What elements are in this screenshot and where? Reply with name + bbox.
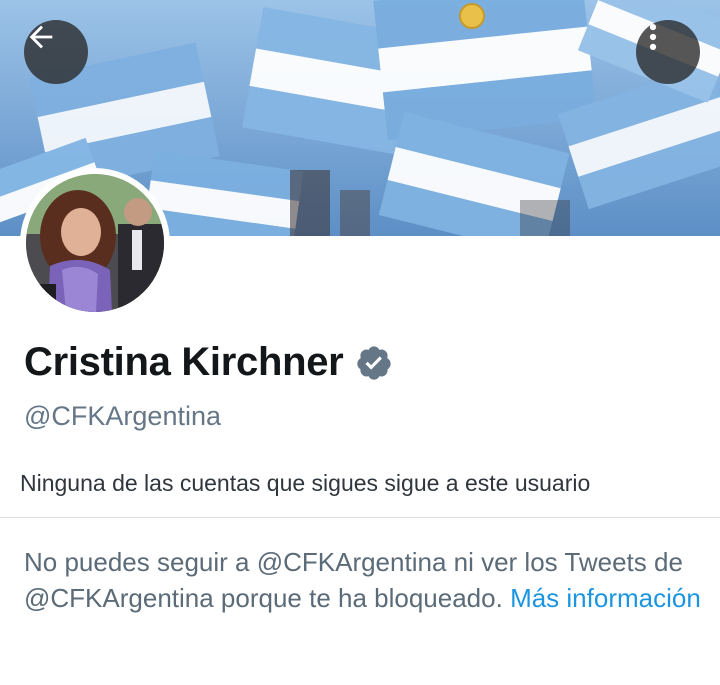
more-info-link[interactable]: Más información — [510, 583, 701, 613]
name-row: Cristina Kirchner — [24, 340, 393, 385]
followers-you-know-note: Ninguna de las cuentas que sigues sigue … — [20, 470, 591, 496]
more-options-button[interactable] — [636, 20, 700, 84]
profile-avatar[interactable] — [20, 168, 170, 318]
blocked-message: No puedes seguir a @CFKArgentina ni ver … — [24, 544, 704, 616]
profile-handle: @CFKArgentina — [24, 401, 221, 431]
more-vertical-icon — [649, 23, 657, 51]
arrow-left-icon — [29, 25, 53, 49]
display-name: Cristina Kirchner — [24, 340, 344, 384]
verified-badge-icon — [357, 345, 392, 380]
avatar-photo — [26, 174, 164, 312]
back-button[interactable] — [24, 20, 88, 84]
divider — [0, 517, 720, 518]
